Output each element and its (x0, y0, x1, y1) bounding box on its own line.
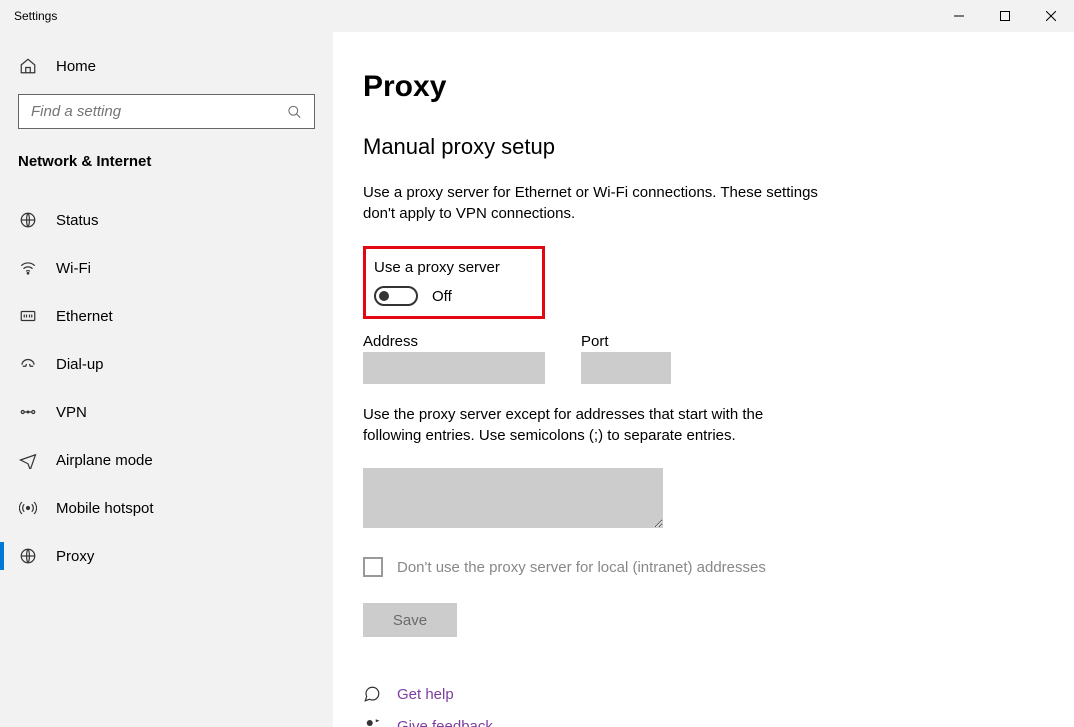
vpn-icon (18, 402, 38, 422)
window-controls (936, 0, 1074, 32)
save-button[interactable]: Save (363, 603, 457, 637)
titlebar: Settings (0, 0, 1074, 32)
address-input[interactable] (363, 352, 545, 384)
sidebar-item-proxy[interactable]: Proxy (12, 532, 321, 580)
get-help-link[interactable]: Get help (363, 685, 1044, 703)
give-feedback-link[interactable]: Give feedback (363, 717, 1044, 727)
sidebar-item-label: Status (56, 212, 99, 229)
home-label: Home (56, 58, 96, 75)
sidebar-item-label: Wi-Fi (56, 260, 91, 277)
hotspot-icon (18, 498, 38, 518)
use-proxy-label: Use a proxy server (374, 259, 500, 276)
sidebar-item-label: Ethernet (56, 308, 113, 325)
dialup-icon (18, 354, 38, 374)
minimize-icon (954, 11, 964, 21)
get-help-text: Get help (397, 686, 454, 703)
page-title: Proxy (363, 70, 1044, 104)
exceptions-input[interactable] (363, 468, 663, 528)
highlight-annotation: Use a proxy server Off (363, 246, 545, 319)
use-proxy-toggle[interactable] (374, 286, 418, 306)
close-icon (1046, 11, 1056, 21)
close-button[interactable] (1028, 0, 1074, 32)
local-bypass-label: Don't use the proxy server for local (in… (397, 559, 766, 576)
proxy-description: Use a proxy server for Ethernet or Wi-Fi… (363, 182, 823, 224)
search-icon (287, 104, 302, 120)
window-title: Settings (14, 9, 57, 23)
sidebar-item-label: Proxy (56, 548, 94, 565)
give-feedback-text: Give feedback (397, 718, 493, 727)
sidebar-item-vpn[interactable]: VPN (12, 388, 321, 436)
maximize-icon (1000, 11, 1010, 21)
search-input[interactable] (31, 103, 287, 120)
local-bypass-checkbox[interactable] (363, 557, 383, 577)
toggle-knob (379, 291, 389, 301)
sidebar-item-label: Mobile hotspot (56, 500, 154, 517)
airplane-icon (18, 450, 38, 470)
maximize-button[interactable] (982, 0, 1028, 32)
sidebar-item-hotspot[interactable]: Mobile hotspot (12, 484, 321, 532)
home-icon (18, 56, 38, 76)
section-title: Manual proxy setup (363, 134, 1044, 160)
feedback-icon (363, 717, 381, 727)
category-heading: Network & Internet (12, 147, 321, 186)
port-input[interactable] (581, 352, 671, 384)
address-label: Address (363, 333, 545, 350)
sidebar-item-status[interactable]: Status (12, 196, 321, 244)
minimize-button[interactable] (936, 0, 982, 32)
content: Proxy Manual proxy setup Use a proxy ser… (333, 32, 1074, 727)
sidebar-item-dialup[interactable]: Dial-up (12, 340, 321, 388)
status-icon (18, 210, 38, 230)
port-label: Port (581, 333, 671, 350)
sidebar-item-label: Airplane mode (56, 452, 153, 469)
sidebar-item-label: Dial-up (56, 356, 104, 373)
sidebar-item-wifi[interactable]: Wi-Fi (12, 244, 321, 292)
sidebar-item-label: VPN (56, 404, 87, 421)
wifi-icon (18, 258, 38, 278)
nav-list: Status Wi-Fi Ethernet Dial-up (12, 196, 321, 580)
toggle-state-text: Off (432, 288, 452, 305)
proxy-icon (18, 546, 38, 566)
home-nav[interactable]: Home (12, 50, 321, 90)
ethernet-icon (18, 306, 38, 326)
sidebar-item-airplane[interactable]: Airplane mode (12, 436, 321, 484)
help-icon (363, 685, 381, 703)
exceptions-description: Use the proxy server except for addresse… (363, 404, 823, 446)
sidebar: Home Network & Internet Status Wi-Fi (0, 32, 333, 727)
sidebar-item-ethernet[interactable]: Ethernet (12, 292, 321, 340)
search-box[interactable] (18, 94, 315, 129)
